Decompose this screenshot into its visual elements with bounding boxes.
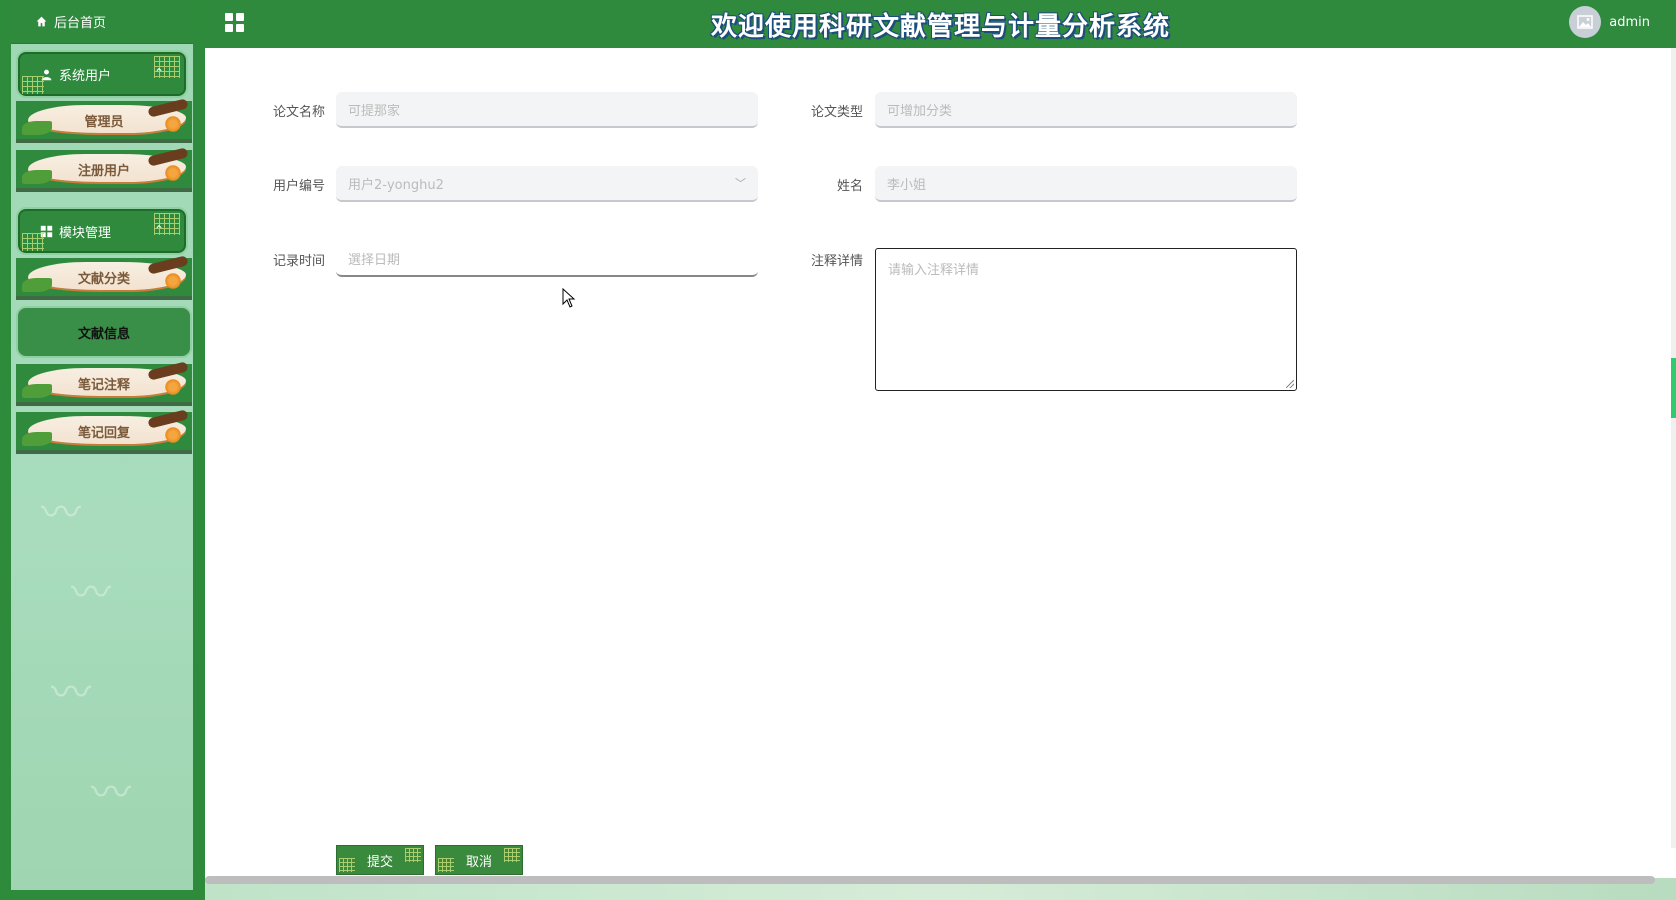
grid-decoration [405, 848, 421, 862]
top-bar: 欢迎使用科研文献管理与计量分析系统 admin [205, 0, 1676, 48]
image-icon [1577, 15, 1594, 29]
scrollbar-thumb[interactable] [1671, 358, 1676, 418]
decor-wave: 〰 [51, 670, 91, 716]
leaf-decoration [22, 432, 52, 446]
leaf-decoration [22, 170, 52, 184]
flower-decoration [164, 378, 182, 396]
field-label-annotation-detail: 注释详情 [810, 254, 863, 269]
sidebar-group-label: 系统用户 [59, 68, 112, 84]
sidebar-group-system-users[interactable]: 系统用户 ⌃ [16, 50, 188, 98]
sidebar-item-label: 文献信息 [77, 326, 130, 342]
paper-name-placeholder: 可提那家 [348, 103, 401, 119]
leaf-decoration [22, 384, 52, 398]
main-content: 论文名称 可提那家 论文类型 可增加分类 用户编号 用户2-yonghu2 ﹀ … [205, 48, 1676, 878]
user-menu[interactable]: admin [1569, 6, 1650, 38]
chevron-up-icon: ⌃ [153, 223, 164, 237]
sidebar-item-registered-users[interactable]: 注册用户 [16, 147, 192, 192]
submit-label: 提交 [366, 854, 393, 870]
submit-button[interactable]: 提交 [336, 845, 424, 875]
chevron-up-icon: ⌃ [153, 66, 164, 80]
field-label-record-time: 记录时间 [272, 254, 325, 269]
annotation-detail-textarea[interactable]: 请输入注释详情 [875, 248, 1297, 391]
chevron-down-icon: ﹀ [735, 177, 746, 190]
sidebar-item-admin[interactable]: 管理员 [16, 98, 192, 143]
resize-handle-icon[interactable] [1286, 380, 1294, 388]
record-time-datepicker[interactable]: 選择日期 [336, 241, 758, 277]
grid-decoration [339, 858, 355, 872]
decor-wave: 〰 [91, 770, 131, 816]
field-label-paper-type: 论文类型 [810, 105, 863, 120]
name-input[interactable]: 李小姐 [875, 166, 1297, 202]
decor-wave: 〰 [71, 570, 111, 616]
sidebar-item-notes[interactable]: 笔记注释 [16, 361, 192, 406]
grid-decoration [22, 233, 44, 251]
grid-decoration [438, 858, 454, 872]
sidebar-item-label: 文献分类 [77, 271, 130, 287]
flower-decoration [164, 164, 182, 182]
mouse-cursor-icon [562, 288, 576, 308]
paper-type-placeholder: 可增加分类 [887, 103, 953, 119]
sidebar-item-label: 管理员 [84, 114, 124, 130]
leaf-decoration [22, 121, 52, 135]
sidebar-item-label: 注册用户 [77, 163, 130, 179]
sidebar-item-literature-info[interactable]: 文献信息 [16, 306, 192, 358]
username: admin [1609, 14, 1650, 30]
avatar[interactable] [1569, 6, 1602, 38]
sidebar-item-note-replies[interactable]: 笔记回复 [16, 409, 192, 454]
vertical-scrollbar[interactable] [1671, 48, 1676, 848]
name-placeholder: 李小姐 [887, 177, 927, 193]
field-label-name: 姓名 [836, 179, 863, 194]
sidebar-home-label: 后台首页 [54, 16, 107, 31]
home-icon [36, 16, 47, 27]
sidebar-home-link[interactable]: 后台首页 [11, 0, 193, 44]
grid-decoration [504, 848, 520, 862]
page-title: 欢迎使用科研文献管理与计量分析系统 [710, 12, 1170, 42]
sidebar-item-label: 笔记注释 [77, 377, 130, 393]
annotation-placeholder: 请输入注释详情 [888, 263, 980, 278]
sidebar-item-literature-category[interactable]: 文献分类 [16, 255, 192, 300]
horizontal-scrollbar[interactable] [205, 876, 1655, 884]
sidebar-group-module-management[interactable]: 模块管理 ⌃ [16, 207, 188, 255]
sidebar-group-label: 模块管理 [59, 225, 112, 241]
field-label-paper-name: 论文名称 [272, 105, 325, 120]
user-id-value: 用户2-yonghu2 [348, 177, 444, 193]
paper-type-input[interactable]: 可增加分类 [875, 92, 1297, 128]
record-time-placeholder: 選择日期 [348, 252, 401, 268]
decor-wave: 〰 [41, 490, 81, 536]
flower-decoration [164, 115, 182, 133]
user-id-select[interactable]: 用户2-yonghu2 ﹀ [336, 166, 758, 202]
field-label-user-id: 用户编号 [272, 179, 325, 194]
cancel-button[interactable]: 取消 [435, 845, 523, 875]
paper-name-input[interactable]: 可提那家 [336, 92, 758, 128]
flower-decoration [164, 426, 182, 444]
flower-decoration [164, 272, 182, 290]
grid-decoration [22, 76, 44, 94]
sidebar: 〰 〰 〰 〰 后台首页 系统用户 ⌃ 管理员 注册用户 模块管理 ⌃ 文献分类… [0, 0, 205, 900]
cancel-label: 取消 [465, 854, 492, 870]
leaf-decoration [22, 278, 52, 292]
sidebar-item-label: 笔记回复 [77, 425, 130, 441]
